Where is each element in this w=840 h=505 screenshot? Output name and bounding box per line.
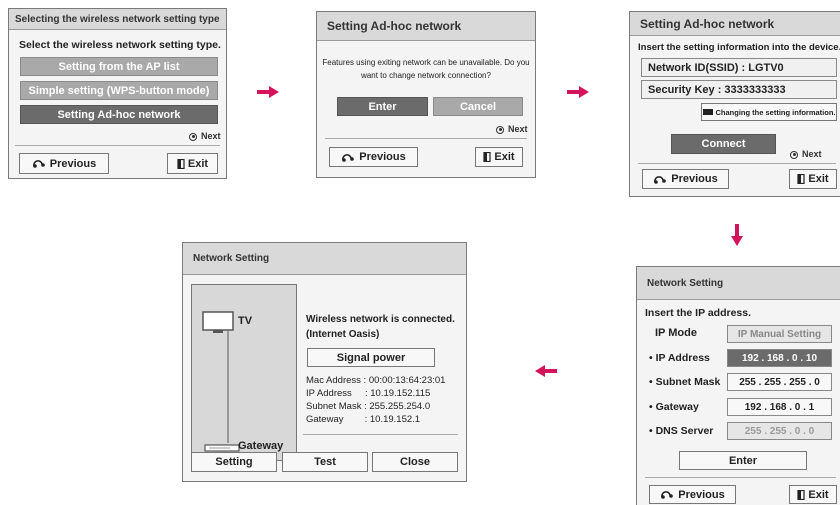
ip-mode-select[interactable]: IP Manual Setting bbox=[727, 325, 832, 343]
exit-label: Exit bbox=[808, 173, 829, 185]
next-ok-icon bbox=[189, 132, 197, 141]
gateway: Gateway : 10.19.152.1 bbox=[306, 414, 421, 425]
divider bbox=[645, 477, 836, 478]
exit-button[interactable]: Exit bbox=[475, 147, 523, 167]
exit-button[interactable]: Exit bbox=[789, 485, 837, 504]
exit-door-icon bbox=[483, 152, 492, 162]
panel-network-status: Network Setting TV Gateway Wireless netw… bbox=[182, 242, 467, 482]
prompt-text: Insert the setting information into the … bbox=[638, 42, 840, 53]
previous-return-icon bbox=[342, 153, 355, 162]
network-name: (Internet Oasis) bbox=[306, 329, 380, 340]
connection-status: Wireless network is connected. bbox=[306, 314, 455, 325]
flow-arrow-down-icon bbox=[731, 224, 743, 246]
next-hint: Next bbox=[496, 124, 528, 134]
next-hint: Next bbox=[790, 149, 822, 159]
ip-address: IP Address : 10.19.152.115 bbox=[306, 388, 431, 399]
next-ok-icon bbox=[496, 125, 504, 134]
exit-label: Exit bbox=[187, 157, 209, 170]
previous-return-icon bbox=[32, 160, 45, 168]
security-key-field[interactable]: Security Key : 3333333333 bbox=[641, 80, 837, 99]
exit-button[interactable]: Exit bbox=[789, 169, 837, 189]
previous-button[interactable]: Previous bbox=[19, 153, 109, 174]
exit-door-icon bbox=[177, 158, 185, 169]
panel-title: Setting Ad-hoc network bbox=[317, 12, 535, 41]
previous-button[interactable]: Previous bbox=[329, 147, 418, 167]
setting-button[interactable]: Setting bbox=[191, 452, 277, 472]
panel-title: Selecting the wireless network setting t… bbox=[9, 9, 226, 30]
next-label: Next bbox=[201, 131, 221, 141]
exit-label: Exit bbox=[494, 151, 515, 163]
divider bbox=[325, 138, 527, 139]
dns-server-field[interactable]: 255 . 255 . 0 . 0 bbox=[727, 422, 832, 440]
changing-label: Changing the setting information. bbox=[715, 107, 836, 117]
previous-return-icon bbox=[661, 491, 674, 499]
next-hint: Next bbox=[189, 131, 221, 141]
exit-button[interactable]: Exit bbox=[167, 153, 218, 174]
previous-return-icon bbox=[654, 175, 667, 184]
panel-adhoc-settings: Setting Ad-hoc network Insert the settin… bbox=[629, 11, 840, 197]
previous-label: Previous bbox=[359, 151, 406, 163]
dns-server-label: • DNS Server bbox=[649, 425, 714, 437]
changing-info-button[interactable]: Changing the setting information. bbox=[701, 103, 837, 121]
divider bbox=[303, 434, 458, 435]
option-ap-list-button[interactable]: Setting from the AP list bbox=[20, 57, 218, 76]
ip-address-label: • IP Address bbox=[649, 352, 710, 364]
previous-label: Previous bbox=[678, 488, 725, 501]
panel-adhoc-confirm: Setting Ad-hoc network Features using ex… bbox=[316, 11, 536, 178]
previous-label: Previous bbox=[49, 157, 97, 170]
network-id-field[interactable]: Network ID(SSID) : LGTV0 bbox=[641, 58, 837, 77]
subnet-mask-label: • Subnet Mask bbox=[649, 376, 721, 388]
close-button[interactable]: Close bbox=[372, 452, 458, 472]
prompt-text: Select the wireless network setting type… bbox=[19, 39, 221, 51]
tv-label: TV bbox=[238, 315, 253, 327]
flow-arrow-left-icon bbox=[535, 365, 557, 377]
gateway-label: • Gateway bbox=[649, 401, 699, 413]
connection-line bbox=[227, 331, 229, 443]
previous-button[interactable]: Previous bbox=[642, 169, 729, 189]
mac-address: Mac Address : 00:00:13:64:23:01 bbox=[306, 375, 446, 386]
panel-title: Network Setting bbox=[637, 267, 840, 300]
ip-mode-label: IP Mode bbox=[655, 327, 697, 339]
enter-button[interactable]: Enter bbox=[337, 97, 428, 116]
divider bbox=[15, 145, 220, 146]
cancel-button[interactable]: Cancel bbox=[433, 97, 523, 116]
flow-arrow-right-icon bbox=[257, 86, 279, 98]
tv-icon bbox=[202, 311, 234, 333]
option-adhoc-button[interactable]: Setting Ad-hoc network bbox=[20, 105, 218, 124]
prompt-text: Insert the IP address. bbox=[645, 307, 752, 319]
panel-title: Setting Ad-hoc network bbox=[630, 12, 840, 36]
signal-power-button[interactable]: Signal power bbox=[307, 348, 435, 367]
previous-label: Previous bbox=[671, 173, 718, 185]
network-diagram: TV Gateway bbox=[191, 284, 297, 461]
panel-title: Network Setting bbox=[183, 243, 466, 275]
enter-button[interactable]: Enter bbox=[679, 451, 807, 470]
message-line-1: Features using exiting network can be un… bbox=[322, 58, 530, 67]
ip-address-field[interactable]: 192 . 168 . 0 . 10 bbox=[727, 349, 832, 367]
gateway-label: Gateway bbox=[238, 440, 284, 452]
panel-ip-settings: Network Setting Insert the IP address. I… bbox=[636, 266, 840, 505]
panel-select-setting-type: Selecting the wireless network setting t… bbox=[8, 8, 227, 179]
subnet-mask-field[interactable]: 255 . 255 . 255 . 0 bbox=[727, 373, 832, 391]
exit-label: Exit bbox=[808, 488, 829, 501]
subnet-mask: Subnet Mask : 255.255.254.0 bbox=[306, 401, 431, 412]
previous-button[interactable]: Previous bbox=[649, 485, 736, 504]
exit-door-icon bbox=[797, 489, 806, 500]
divider bbox=[638, 163, 836, 164]
message-line-2: want to change network connection? bbox=[361, 71, 491, 80]
next-label: Next bbox=[802, 149, 822, 159]
option-wps-button[interactable]: Simple setting (WPS-button mode) bbox=[20, 81, 218, 100]
exit-door-icon bbox=[797, 174, 806, 184]
next-ok-icon bbox=[790, 150, 798, 159]
red-key-icon bbox=[702, 109, 713, 115]
flow-arrow-right-icon bbox=[567, 86, 589, 98]
test-button[interactable]: Test bbox=[282, 452, 368, 472]
connect-button[interactable]: Connect bbox=[671, 134, 776, 154]
next-label: Next bbox=[508, 124, 528, 134]
gateway-field[interactable]: 192 . 168 . 0 . 1 bbox=[727, 398, 832, 416]
